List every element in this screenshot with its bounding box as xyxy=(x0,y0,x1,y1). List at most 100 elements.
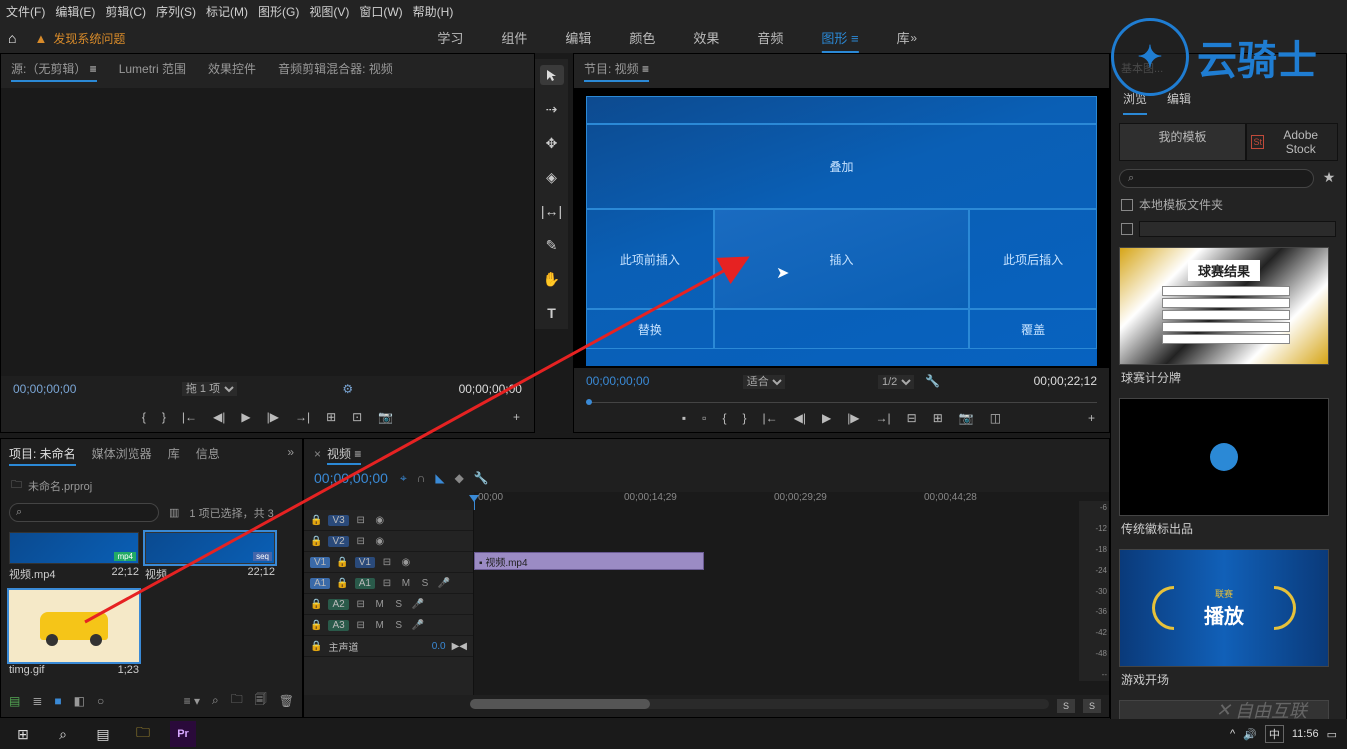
ws-library[interactable]: 库 xyxy=(897,24,910,53)
tray-up-icon[interactable]: ^ xyxy=(1230,728,1235,740)
eye-icon[interactable]: ◉ xyxy=(374,536,386,547)
slip-tool-icon[interactable]: |↔| xyxy=(540,201,564,221)
drag-select[interactable]: 拖 1 项 xyxy=(182,382,237,396)
ws-color[interactable]: 颜色 xyxy=(629,24,655,53)
eye-icon[interactable]: ◉ xyxy=(400,557,412,568)
mic-icon[interactable]: 🎤 xyxy=(438,578,450,589)
view-icon-icon[interactable]: ≣ xyxy=(32,694,42,708)
step-back-icon[interactable]: ◀| xyxy=(213,410,225,424)
home-icon[interactable]: ⌂ xyxy=(8,30,16,46)
ws-graphics[interactable]: 图形 ≡ xyxy=(821,24,858,53)
menu-view[interactable]: 视图(V) xyxy=(309,3,349,20)
prev-edit-icon[interactable]: |← xyxy=(762,411,777,425)
taskview-icon[interactable]: ▤ xyxy=(90,721,116,747)
ws-learn[interactable]: 学习 xyxy=(437,24,463,53)
premiere-icon[interactable]: Pr xyxy=(170,721,196,747)
track-v2[interactable]: 🔒 V2 ⊟◉ xyxy=(304,531,473,552)
sync-icon[interactable]: ⊟ xyxy=(355,536,367,547)
timeline-timecode[interactable]: 00;00;00;00 xyxy=(314,470,388,486)
mark-in-icon[interactable]: ▪ xyxy=(682,411,686,425)
menu-graphics[interactable]: 图形(G) xyxy=(258,3,299,20)
settings-icon[interactable]: ◆ xyxy=(455,471,464,486)
auto-icon[interactable]: ○ xyxy=(97,694,104,708)
drop-zone-spacer[interactable] xyxy=(714,309,970,349)
list-icon[interactable]: ≡ ▾ xyxy=(184,694,200,708)
bin-item[interactable]: mp4 视频.mp422;12 xyxy=(9,532,139,584)
link-icon[interactable]: ∩ xyxy=(417,471,426,486)
selection-tool-icon[interactable] xyxy=(540,65,564,85)
drop-zone-overwrite[interactable]: 覆盖 xyxy=(969,309,1097,349)
snap-icon[interactable]: ⌖ xyxy=(400,471,407,486)
sync-icon[interactable]: ⊟ xyxy=(355,515,367,526)
bin-item[interactable]: seq 视频22;12 xyxy=(145,532,275,584)
next-edit-icon[interactable]: →| xyxy=(876,411,891,425)
filter-dropdown[interactable] xyxy=(1139,221,1336,237)
timeline-zoom-scroll[interactable] xyxy=(470,699,1049,709)
mic-icon[interactable]: 🎤 xyxy=(412,599,424,610)
freeform-icon[interactable]: ■ xyxy=(54,694,61,708)
source-settings-icon[interactable]: ⚙ xyxy=(342,382,353,396)
project-search-input[interactable]: ⌕ xyxy=(9,503,159,522)
play-icon[interactable]: ▶ xyxy=(241,410,250,424)
goto-in-icon[interactable]: |← xyxy=(182,410,197,424)
hand-tool-icon[interactable]: ✋ xyxy=(540,269,564,289)
tab-sequence[interactable]: 视频 ≡ xyxy=(327,447,361,465)
clip-video[interactable]: ▪ 视频.mp4 xyxy=(474,552,704,570)
menu-sequence[interactable]: 序列(S) xyxy=(156,3,196,20)
template-item[interactable]: 传统徽标出品 xyxy=(1119,398,1338,541)
lift-icon[interactable]: ⊟ xyxy=(907,411,917,425)
type-tool-icon[interactable]: T xyxy=(540,303,564,323)
lock-icon[interactable]: 🔒 xyxy=(310,599,322,610)
program-monitor[interactable]: 叠加 此项前插入 插入 此项后插入 替换 覆盖 ➤ xyxy=(586,96,1097,366)
menu-marker[interactable]: 标记(M) xyxy=(206,3,248,20)
goto-in-icon[interactable]: } xyxy=(742,411,746,425)
find-icon[interactable]: ⌕ xyxy=(212,693,219,708)
collapse-icon[interactable]: ▶◀ xyxy=(452,641,467,652)
menu-clip[interactable]: 剪辑(C) xyxy=(105,3,146,20)
add-marker-icon[interactable]: { xyxy=(722,411,726,425)
insert-icon[interactable]: ⊞ xyxy=(326,410,336,424)
template-item[interactable]: 联赛 播放 游戏开场 xyxy=(1119,549,1338,692)
sync-icon[interactable]: ⊟ xyxy=(355,620,367,631)
export-frame-icon[interactable]: 📷 xyxy=(959,411,974,425)
step-fwd-icon[interactable]: |▶ xyxy=(847,411,859,425)
sync-icon[interactable]: ⊟ xyxy=(381,578,393,589)
sort-icon[interactable]: ◧ xyxy=(74,694,85,708)
search-input[interactable]: ⌕ xyxy=(1119,169,1314,188)
template-item[interactable] xyxy=(1119,700,1338,720)
compare-icon[interactable]: ◫ xyxy=(990,411,1001,425)
tab-project[interactable]: 项目: 未命名 xyxy=(9,445,76,466)
drop-zone-after[interactable]: 此项后插入 xyxy=(969,209,1097,309)
local-folder-checkbox[interactable] xyxy=(1121,199,1133,211)
drop-zone-insert[interactable]: 插入 xyxy=(714,209,970,309)
menu-file[interactable]: 文件(F) xyxy=(6,3,45,20)
program-time-out[interactable]: 00;00;22;12 xyxy=(1034,374,1097,389)
ws-audio[interactable]: 音频 xyxy=(757,24,783,53)
razor-tool-icon[interactable]: ◈ xyxy=(540,167,564,187)
drop-zone-replace[interactable]: 替换 xyxy=(586,309,714,349)
solo-s-button[interactable]: S xyxy=(1083,699,1101,713)
add-button-icon[interactable]: + xyxy=(513,410,520,424)
ws-editing[interactable]: 编辑 xyxy=(565,24,591,53)
lock-icon[interactable]: 🔒 xyxy=(310,641,322,652)
clock[interactable]: 11:56 xyxy=(1292,728,1319,740)
goto-out-icon[interactable]: →| xyxy=(295,410,310,424)
ripple-edit-tool-icon[interactable]: ✥ xyxy=(540,133,564,153)
overflow-icon[interactable]: » xyxy=(287,445,294,466)
new-bin-icon[interactable]: 🗀 xyxy=(231,690,243,711)
mark-out-icon[interactable]: ▫ xyxy=(702,411,706,425)
track-v1[interactable]: V1 🔒 V1 ⊟◉ xyxy=(304,552,473,573)
lock-icon[interactable]: 🔒 xyxy=(310,620,322,631)
timeline-tracks-area[interactable]: ▪ 视频.mp4 xyxy=(474,510,1109,695)
tab-libraries[interactable]: 库 xyxy=(168,445,180,466)
menu-edit[interactable]: 编辑(E) xyxy=(55,3,95,20)
lock-icon[interactable]: 🔒 xyxy=(336,557,348,568)
sync-icon[interactable]: ⊟ xyxy=(381,557,393,568)
timeline-ruler[interactable]: 00;00 00;00;14;29 00;00;29;29 00;00;44;2… xyxy=(474,492,1109,510)
trash-icon[interactable]: 🗑 xyxy=(279,694,294,708)
extract-icon[interactable]: ⊞ xyxy=(933,411,943,425)
search-icon[interactable]: ⌕ xyxy=(50,721,76,747)
track-master[interactable]: 🔒 主声道 0.0 ▶◀ xyxy=(304,636,473,657)
step-fwd-icon[interactable]: |▶ xyxy=(267,410,279,424)
track-a1[interactable]: A1 🔒 A1 ⊟MS🎤 xyxy=(304,573,473,594)
